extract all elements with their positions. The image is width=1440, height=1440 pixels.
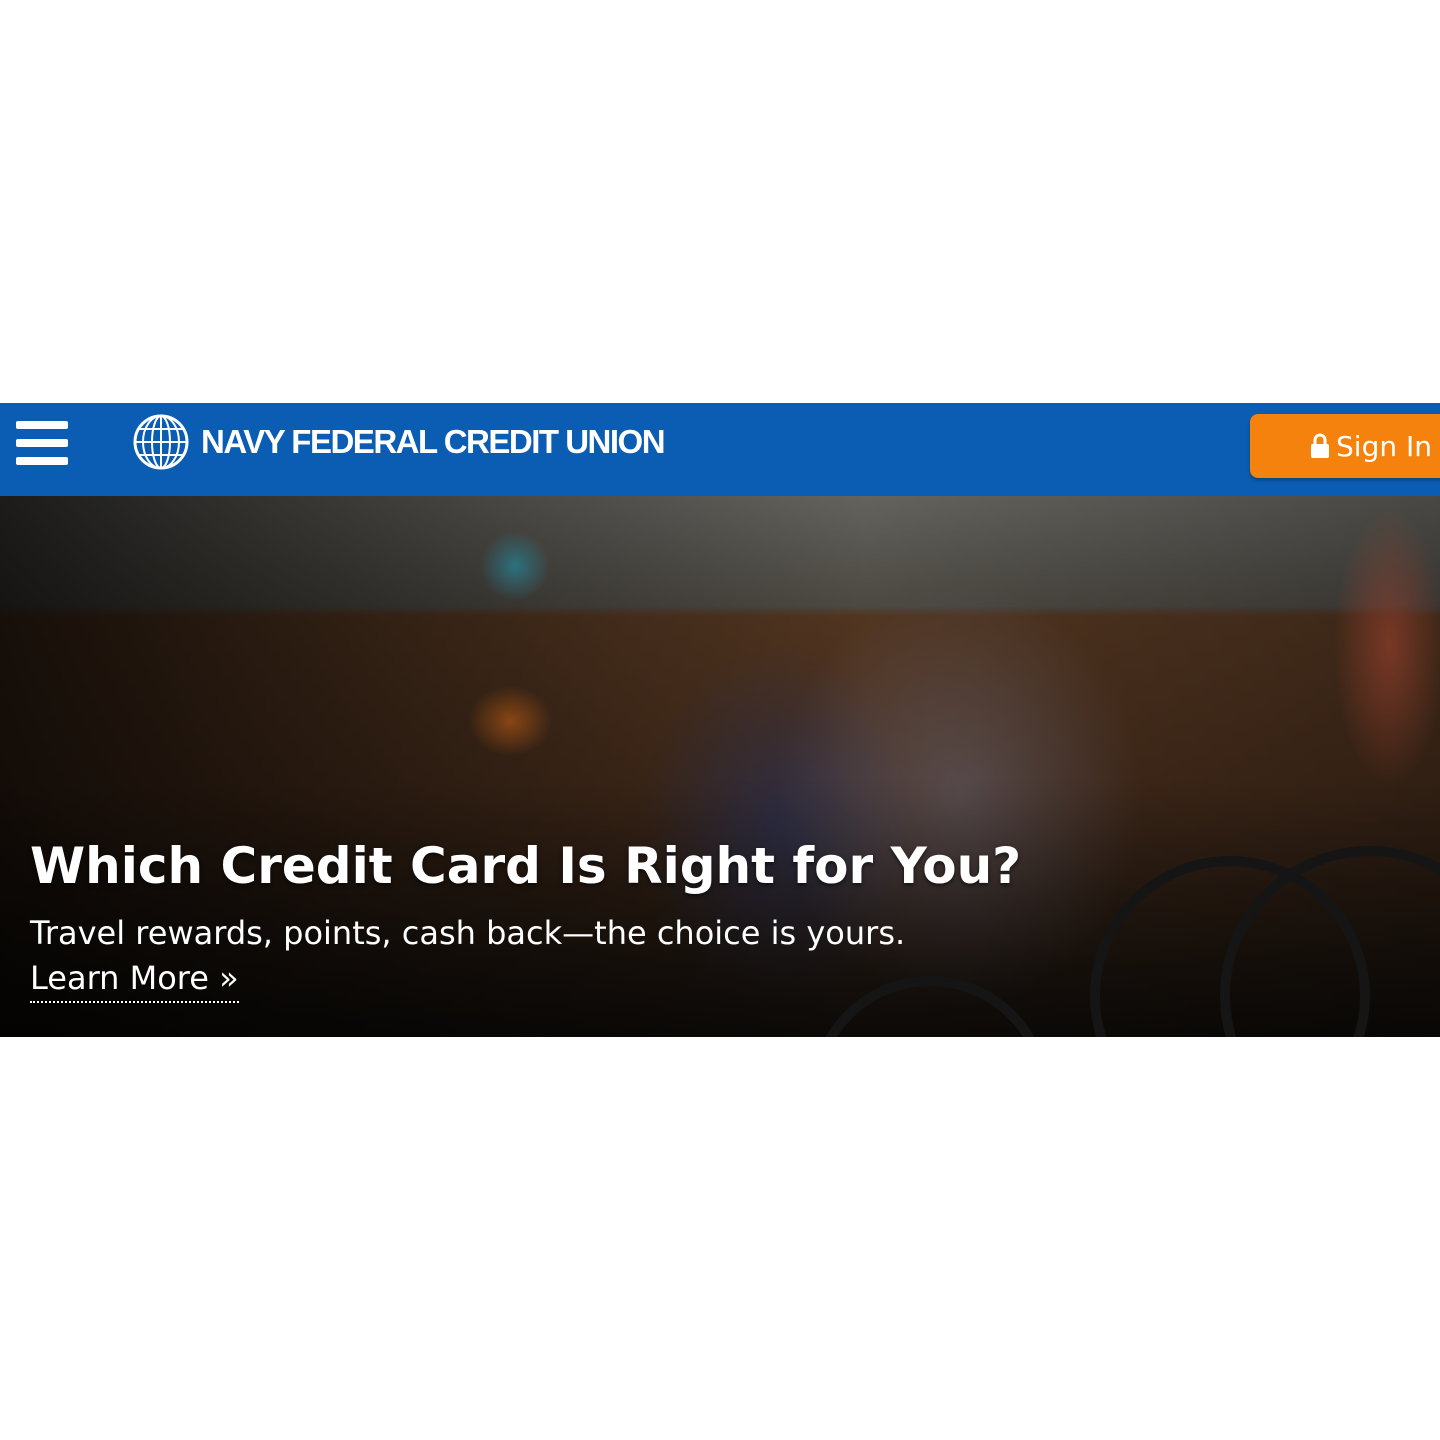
brand-logo[interactable]: NAVY FEDERAL CREDIT UNION (133, 413, 666, 471)
site-header: NAVY FEDERAL CREDIT UNION Sign In (0, 403, 1440, 496)
hero-banner: Which Credit Card Is Right for You? Trav… (0, 496, 1440, 1037)
sign-in-label: Sign In (1336, 429, 1432, 463)
hero-subtitle: Travel rewards, points, cash back—the ch… (30, 914, 906, 952)
lock-icon (1311, 433, 1330, 458)
learn-more-link[interactable]: Learn More » (30, 959, 239, 1003)
brand-name: NAVY FEDERAL CREDIT UNION (201, 423, 666, 460)
globe-icon (133, 414, 189, 470)
hamburger-menu-icon[interactable] (16, 421, 68, 465)
hero-content: Which Credit Card Is Right for You? Trav… (30, 841, 1021, 1003)
sign-in-button[interactable]: Sign In (1250, 414, 1440, 478)
hero-title: Which Credit Card Is Right for You? (30, 837, 1022, 895)
